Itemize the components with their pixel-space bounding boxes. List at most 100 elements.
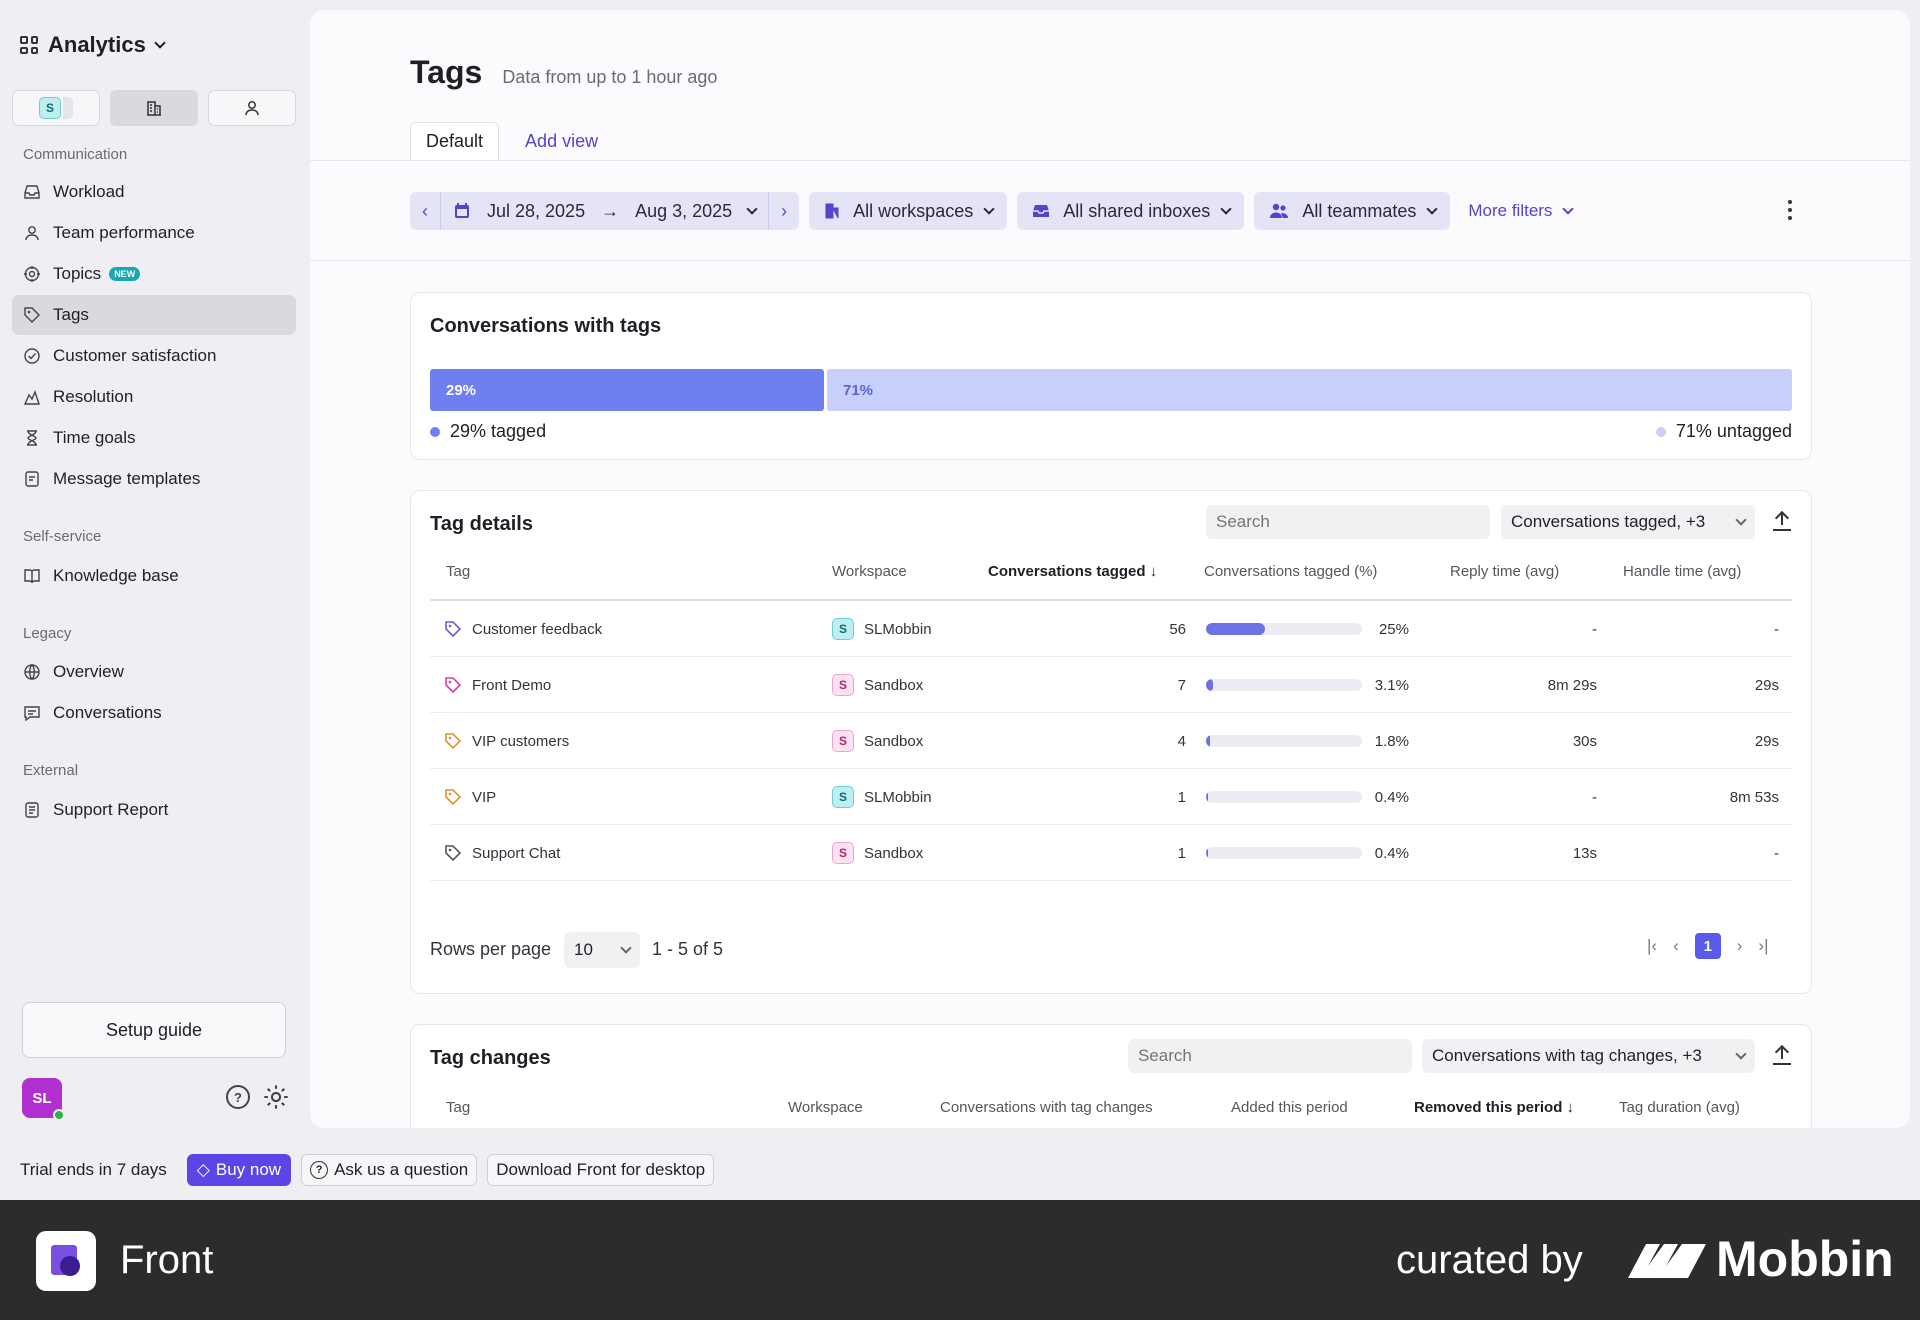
sidebar-item-customer-satisfaction[interactable]: Customer satisfaction <box>12 336 296 376</box>
scope-tab-teammate[interactable] <box>208 90 296 126</box>
ask-question-button[interactable]: ? Ask us a question <box>301 1154 478 1186</box>
column-header-tag-duration[interactable]: Tag duration (avg) <box>1619 1099 1740 1116</box>
workspace-cell: S SLMobbin <box>832 618 932 640</box>
sidebar-item-label: Conversations <box>53 703 162 722</box>
handle-time-cell: 29s <box>1754 732 1779 750</box>
trial-text: Trial ends in 7 days <box>20 1160 167 1179</box>
percent-cell: 0.4% <box>1374 844 1409 862</box>
sidebar-item-resolution[interactable]: Resolution <box>12 377 296 417</box>
arrow-right-icon: → <box>601 200 620 221</box>
chevron-down-icon <box>620 942 632 954</box>
column-header-reply-time[interactable]: Reply time (avg) <box>1450 563 1559 580</box>
inboxes-filter[interactable]: All shared inboxes <box>1017 192 1245 230</box>
more-filters-button[interactable]: More filters <box>1468 201 1575 221</box>
buy-now-label: Buy now <box>215 1160 282 1179</box>
export-icon[interactable] <box>1773 1045 1791 1065</box>
date-range-button[interactable]: Jul 28, 2025 → Aug 3, 2025 <box>440 192 770 230</box>
rows-per-page-value: 10 <box>574 940 593 959</box>
column-header-tag[interactable]: Tag <box>446 563 470 580</box>
chat-icon <box>24 706 40 722</box>
workspace-name: Sandbox <box>864 844 924 862</box>
reply-time-cell: 8m 29s <box>1547 676 1597 694</box>
teammates-filter[interactable]: All teammates <box>1254 192 1451 230</box>
mobbin-logo-icon <box>1628 1244 1706 1278</box>
trial-bar: Trial ends in 7 days ◇ Buy now ? Ask us … <box>20 1154 715 1186</box>
avatar[interactable]: SL <box>22 1078 65 1121</box>
tab-default[interactable]: Default <box>410 122 500 160</box>
page-number-current[interactable]: 1 <box>1694 933 1721 959</box>
sidebar-item-knowledge-base[interactable]: Knowledge base <box>12 556 296 596</box>
rows-per-page-select[interactable]: 10 <box>564 932 640 968</box>
column-header-handle-time[interactable]: Handle time (avg) <box>1623 563 1741 580</box>
scope-tab-company[interactable] <box>110 90 198 126</box>
tag-details-columns-select[interactable]: Conversations tagged, +3 <box>1501 505 1755 539</box>
column-header-workspace[interactable]: Workspace <box>832 563 907 580</box>
divider <box>310 160 1910 161</box>
workspaces-filter[interactable]: All workspaces <box>809 192 1008 230</box>
sidebar-item-label: Knowledge base <box>53 566 179 585</box>
columns-select-label: Conversations tagged, +3 <box>1511 512 1706 531</box>
sidebar-item-workload[interactable]: Workload <box>12 172 296 212</box>
workspace-badge: S <box>832 786 854 808</box>
buy-now-button[interactable]: ◇ Buy now <box>186 1154 292 1186</box>
sidebar-item-time-goals[interactable]: Time goals <box>12 418 296 458</box>
first-page-icon[interactable]: |‹ <box>1647 936 1657 956</box>
tag-name: VIP customers <box>472 732 570 750</box>
tag-changes-search-input[interactable] <box>1128 1039 1412 1073</box>
export-icon[interactable] <box>1773 511 1791 531</box>
app-title: Analytics <box>48 32 146 57</box>
chevron-down-icon <box>1426 203 1439 215</box>
setup-guide-button[interactable]: Setup guide <box>22 1002 286 1058</box>
tab-add-view[interactable]: Add view <box>509 122 614 160</box>
sidebar-item-label: Overview <box>53 662 124 681</box>
next-page-icon[interactable]: › <box>1737 936 1743 956</box>
tag-details-search-input[interactable] <box>1206 505 1490 539</box>
date-end: Aug 3, 2025 <box>635 200 733 221</box>
prev-period-button[interactable]: ‹ <box>410 192 440 230</box>
scope-tab-workspace[interactable]: S <box>12 90 100 126</box>
tag-changes-columns-select[interactable]: Conversations with tag changes, +3 <box>1422 1039 1755 1073</box>
sidebar-item-conversations[interactable]: Conversations <box>12 693 296 733</box>
download-desktop-button[interactable]: Download Front for desktop <box>487 1154 715 1186</box>
more-options-icon[interactable] <box>1788 200 1792 220</box>
workspace-cell: S SLMobbin <box>832 786 932 808</box>
next-period-button[interactable]: › <box>769 192 799 230</box>
app-switcher[interactable]: Analytics <box>20 32 166 58</box>
reply-time-cell: - <box>1592 620 1597 638</box>
sidebar-item-message-templates[interactable]: Message templates <box>12 459 296 499</box>
pagination-range: 1 - 5 of 5 <box>652 939 724 959</box>
sidebar-item-overview[interactable]: Overview <box>12 652 296 692</box>
sidebar-item-support-report[interactable]: Support Report <box>12 790 296 830</box>
sidebar-item-tags[interactable]: Tags <box>12 295 296 335</box>
column-header-tag-changes[interactable]: Conversations with tag changes <box>940 1099 1153 1116</box>
tag-icon <box>445 677 462 694</box>
tag-name: Customer feedback <box>472 620 603 638</box>
column-header-workspace[interactable]: Workspace <box>788 1099 863 1116</box>
hourglass-icon <box>27 430 37 446</box>
template-icon <box>25 471 39 487</box>
conversations-with-tags-card: Conversations with tags 29% 71% 29% tagg… <box>410 292 1812 460</box>
rows-per-page-label: Rows per page <box>430 939 552 959</box>
legend-dot <box>430 426 440 437</box>
untagged-segment[interactable]: 71% <box>827 369 1792 411</box>
gear-icon[interactable] <box>262 1083 290 1111</box>
tag-name: Support Chat <box>472 844 561 862</box>
column-header-removed[interactable]: Removed this period ↓ <box>1414 1099 1574 1116</box>
prev-page-icon[interactable]: ‹ <box>1673 936 1679 956</box>
column-header-tagged-percent[interactable]: Conversations tagged (%) <box>1204 563 1377 580</box>
help-icon[interactable]: ? <box>226 1085 250 1109</box>
sidebar-item-topics[interactable]: Topics NEW <box>12 254 296 294</box>
section-legacy: Legacy <box>23 625 72 642</box>
building-icon <box>147 101 161 116</box>
tagged-segment[interactable]: 29% <box>430 369 824 411</box>
diamond-icon: ◇ <box>196 1160 210 1179</box>
resolution-icon <box>23 390 40 405</box>
front-logo-icon <box>36 1231 96 1291</box>
tag-cell: VIP <box>444 786 496 808</box>
column-header-tag[interactable]: Tag <box>446 1099 470 1116</box>
last-page-icon[interactable]: ›| <box>1758 936 1768 956</box>
column-header-added[interactable]: Added this period <box>1231 1099 1348 1116</box>
sidebar-item-team-performance[interactable]: Team performance <box>12 213 296 253</box>
column-header-conversations-tagged[interactable]: Conversations tagged ↓ <box>988 563 1157 580</box>
pagination: |‹ ‹ 1 › ›| <box>1647 933 1769 959</box>
